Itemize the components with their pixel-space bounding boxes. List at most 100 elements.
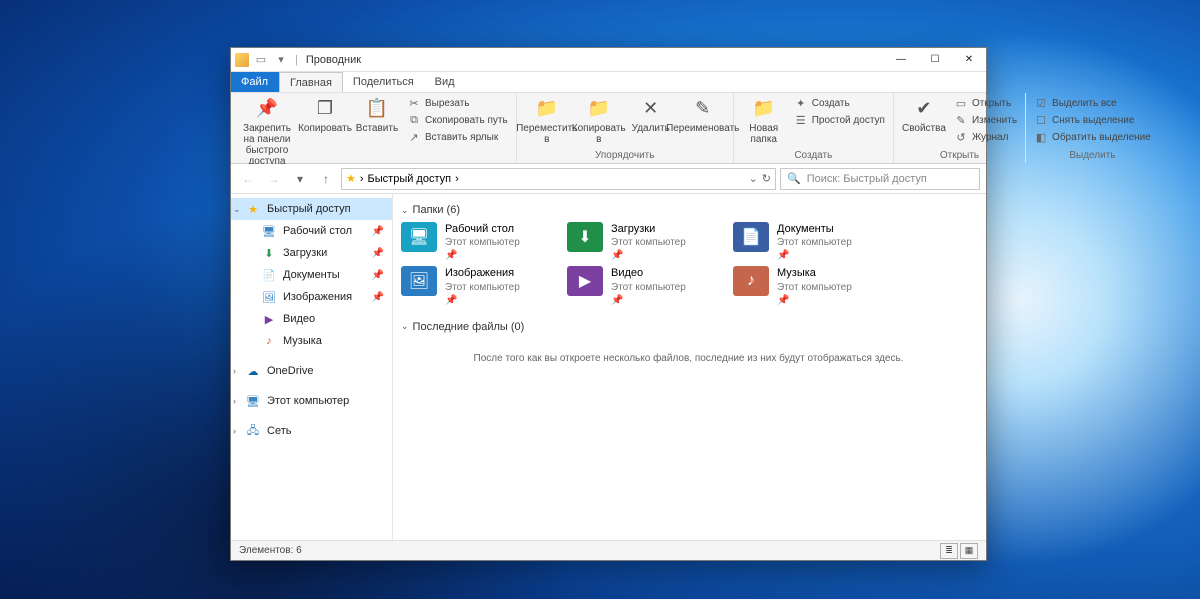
chevron-right-icon[interactable]: › [233,396,236,406]
selectnone-icon: ☐ [1034,113,1048,127]
paste-button[interactable]: 📋Вставить [353,95,401,134]
selectnone-button[interactable]: ☐ Снять выделение [1032,112,1153,128]
chevron-right-icon[interactable]: › [233,366,236,376]
folder-item[interactable]: 📄ДокументыЭтот компьютер📌 [733,222,881,262]
breadcrumb-sep2: › [455,173,459,185]
folder-item[interactable]: ⬇ЗагрузкиЭтот компьютер📌 [567,222,715,262]
chevron-right-icon[interactable]: › [233,426,236,436]
pasteshortcut-button[interactable]: ↗Вставить ярлык [405,129,510,145]
easyaccess-button[interactable]: ☰Простой доступ [792,112,887,128]
folder-name: Рабочий стол [445,222,549,236]
explorer-window: ▭ ▾ | Проводник — ☐ ✕ Файл Главная Подел… [230,47,987,561]
rename-label: Переименовать [666,123,739,134]
tab-home[interactable]: Главная [279,72,343,92]
history-icon: ↺ [954,130,968,144]
sidebar-item-network[interactable]: › 🖧 Сеть [231,420,392,442]
sidebar-item-quickaccess[interactable]: ⌄ ★ Быстрый доступ [231,198,392,220]
close-button[interactable]: ✕ [952,48,986,71]
properties-button[interactable]: ✔Свойства [900,95,948,134]
qat-newfolder-icon[interactable]: ▾ [273,52,289,68]
moveto-button[interactable]: 📁Переместить в [523,95,571,145]
edit-label: Изменить [972,115,1017,126]
recent-group-header[interactable]: ⌄Последние файлы (0) [401,321,976,333]
sidebar-item-videos[interactable]: ▶Видео [231,308,392,330]
qat-properties-icon[interactable]: ▭ [253,52,269,68]
folder-icon: 🖥 [401,222,437,252]
address-refresh-icon[interactable]: ↻ [762,172,771,185]
view-icons-button[interactable]: ▦ [960,543,978,559]
folder-item[interactable]: 🖼ИзображенияЭтот компьютер📌 [401,266,549,306]
chevron-down-icon: ⌄ [401,205,409,216]
selectnone-label: Снять выделение [1052,115,1134,126]
view-details-button[interactable]: ≣ [940,543,958,559]
create-label: Создать [812,98,850,109]
thispc-icon: 🖥 [245,393,261,409]
pin-quickaccess-button[interactable]: 📌Закрепить на панели быстрого доступа [237,95,297,167]
new-group-label: Создать [740,149,887,161]
organize-group-label: Упорядочить [523,149,727,161]
sidebar-item-label: Музыка [283,335,322,347]
sidebar-item-music[interactable]: ♪Музыка [231,330,392,352]
pin-icon: 📌 [372,226,384,237]
sidebar-item-pictures[interactable]: 🖼Изображения📌 [231,286,392,308]
address-dropdown-icon[interactable]: ⌄ [749,172,758,185]
copy-button[interactable]: ❐Копировать [301,95,349,134]
history-button[interactable]: ↺ Журнал [952,129,1019,145]
rename-icon: ✎ [691,97,715,121]
desktop-icon: 🖥 [261,223,277,239]
edit-icon: ✎ [954,113,968,127]
newfolder-button[interactable]: 📁Новая папка [740,95,788,145]
tab-share[interactable]: Поделиться [343,72,425,92]
tab-view[interactable]: Вид [425,72,466,92]
open-button[interactable]: ▭Открыть [952,95,1019,111]
titlebar-separator: | [295,54,298,66]
folder-item[interactable]: ♪МузыкаЭтот компьютер📌 [733,266,881,306]
folder-pin-indicator: 📌 [777,249,881,262]
nav-recent-dropdown[interactable]: ▾ [289,168,311,190]
titlebar: ▭ ▾ | Проводник — ☐ ✕ [231,48,986,72]
tab-file[interactable]: Файл [231,72,279,92]
sidebar-item-downloads[interactable]: ⬇Загрузки📌 [231,242,392,264]
copyto-icon: 📁 [587,97,611,121]
folder-pin-indicator: 📌 [777,294,881,307]
search-input[interactable]: 🔍 Поиск: Быстрый доступ [780,168,980,190]
content-area: ⌄ ★ Быстрый доступ 🖥 Рабочий стол 📌 ⬇Загру… [231,194,986,540]
sidebar-item-documents[interactable]: 📄Документы📌 [231,264,392,286]
sidebar-item-label: Сеть [267,425,291,437]
properties-icon: ✔ [912,97,936,121]
copypath-button[interactable]: ⧉Скопировать путь [405,112,510,128]
ribbon-group-organize: 📁Переместить в 📁Копировать в ✕Удалить ✎П… [517,93,734,163]
folder-icon: 📄 [733,222,769,252]
network-icon: 🖧 [245,423,261,439]
folders-group-header[interactable]: ⌄Папки (6) [401,204,976,216]
sidebar-item-desktop[interactable]: 🖥 Рабочий стол 📌 [231,220,392,242]
chevron-down-icon[interactable]: ⌄ [233,204,241,215]
invert-button[interactable]: ◧Обратить выделение [1032,129,1153,145]
address-bar[interactable]: ★ › Быстрый доступ › ⌄↻ [341,168,776,190]
rename-button[interactable]: ✎Переименовать [679,95,727,134]
search-placeholder: Поиск: Быстрый доступ [807,173,927,185]
minimize-button[interactable]: — [884,48,918,71]
ribbon-tabs: Файл Главная Поделиться Вид [231,72,986,92]
folder-item[interactable]: ▶ВидеоЭтот компьютер📌 [567,266,715,306]
nav-up-button[interactable]: ↑ [315,168,337,190]
sidebar-item-label: Рабочий стол [283,225,352,237]
maximize-button[interactable]: ☐ [918,48,952,71]
breadcrumb-current[interactable]: Быстрый доступ [368,173,452,185]
ribbon-group-clipboard: 📌Закрепить на панели быстрого доступа ❐К… [231,93,517,163]
sidebar-item-thispc[interactable]: ›🖥Этот компьютер [231,390,392,412]
create-button[interactable]: ✦Создать [792,95,887,111]
cut-button[interactable]: ✂Вырезать [405,95,510,111]
copyto-button[interactable]: 📁Копировать в [575,95,623,145]
edit-button[interactable]: ✎ Изменить [952,112,1019,128]
nav-back-button[interactable]: ← [237,168,259,190]
selectall-label: Выделить все [1052,98,1117,109]
folder-subtitle: Этот компьютер [611,236,715,249]
nav-forward-button[interactable]: → [263,168,285,190]
folder-item[interactable]: 🖥Рабочий столЭтот компьютер📌 [401,222,549,262]
sidebar-item-onedrive[interactable]: ›☁OneDrive [231,360,392,382]
cut-icon: ✂ [407,96,421,110]
selectall-button[interactable]: ☑Выделить все [1032,95,1153,111]
copy-icon: ❐ [313,97,337,121]
history-label: Журнал [972,132,1009,143]
